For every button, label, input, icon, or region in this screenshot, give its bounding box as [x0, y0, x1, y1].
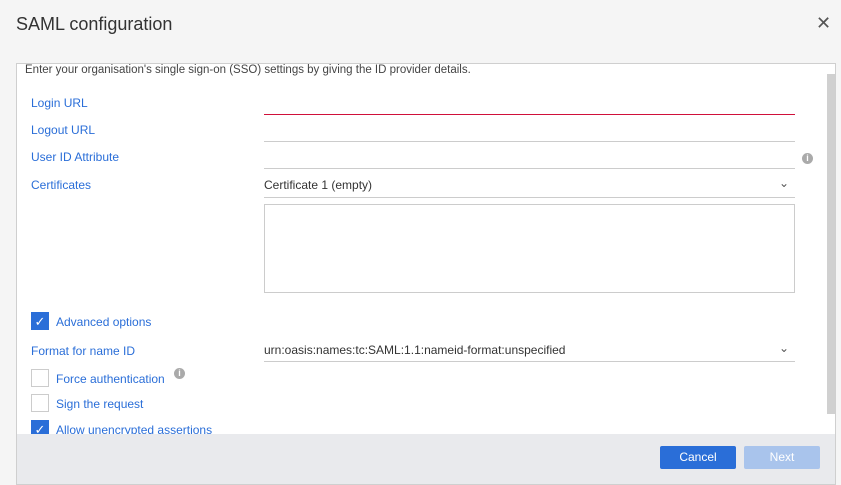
scroll-area: Enter your organisation's single sign-on… [17, 64, 835, 434]
allow-unencrypted-checkbox[interactable]: ✓ [31, 420, 49, 434]
logout-url-label: Logout URL [31, 123, 96, 137]
login-url-label: Login URL [31, 96, 88, 110]
sign-request-checkbox[interactable] [31, 394, 49, 412]
login-url-input[interactable] [264, 91, 795, 115]
force-authentication-label: Force authentication [56, 372, 165, 386]
chevron-down-icon: ⌄ [778, 341, 789, 355]
allow-unencrypted-label: Allow unencrypted assertions [56, 423, 213, 434]
intro-text: Enter your organisation's single sign-on… [25, 64, 471, 76]
info-icon[interactable]: i [174, 368, 185, 379]
close-icon[interactable]: ✕ [816, 13, 831, 34]
user-id-attribute-label: User ID Attribute [31, 150, 120, 164]
dialog-footer: Cancel Next [17, 434, 835, 484]
dialog-body: Enter your organisation's single sign-on… [16, 63, 836, 485]
format-name-id-value: urn:oasis:names:tc:SAML:1.1:nameid-forma… [264, 343, 566, 357]
scrollbar[interactable] [827, 74, 835, 414]
sign-request-label: Sign the request [56, 397, 144, 411]
format-name-id-label: Format for name ID [31, 344, 136, 358]
chevron-down-icon: ⌄ [778, 176, 789, 190]
advanced-options-label: Advanced options [56, 315, 152, 329]
logout-url-input[interactable] [264, 118, 795, 142]
certificates-value: Certificate 1 (empty) [264, 178, 373, 192]
next-button[interactable]: Next [744, 446, 820, 469]
certificates-select[interactable]: Certificate 1 (empty) ⌄ [264, 173, 795, 198]
cancel-button[interactable]: Cancel [660, 446, 736, 469]
certificate-textarea[interactable] [264, 204, 795, 293]
dialog-title: SAML configuration [16, 14, 173, 34]
user-id-attribute-input[interactable] [264, 145, 795, 169]
advanced-options-checkbox[interactable]: ✓ [31, 312, 49, 330]
info-icon[interactable]: i [802, 153, 813, 164]
certificates-label: Certificates [31, 178, 92, 192]
format-name-id-select[interactable]: urn:oasis:names:tc:SAML:1.1:nameid-forma… [264, 338, 795, 362]
force-authentication-checkbox[interactable] [31, 369, 49, 387]
